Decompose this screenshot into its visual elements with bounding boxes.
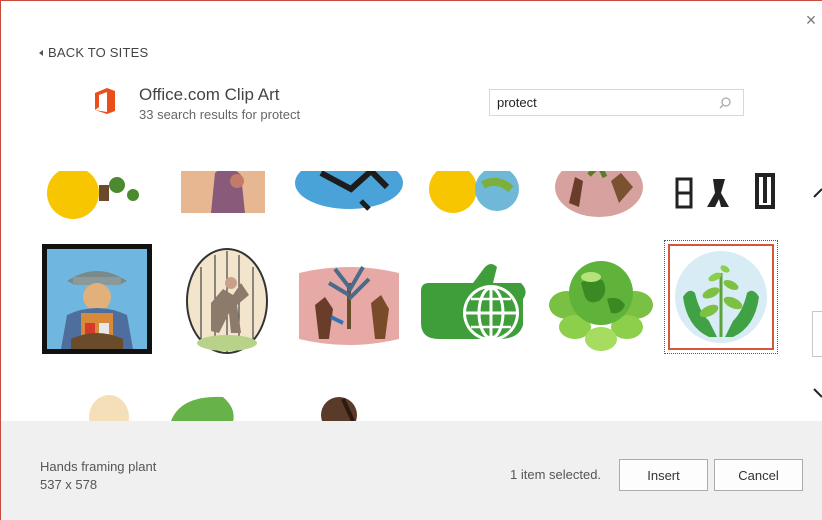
close-button[interactable]: × — [802, 11, 820, 29]
search-input[interactable] — [490, 95, 715, 110]
clip-art-thumbnail[interactable] — [293, 243, 405, 355]
clip-art-thumbnail[interactable] — [41, 243, 153, 355]
provider-text: Office.com Clip Art 33 search results fo… — [139, 85, 300, 122]
clip-art-thumbnail[interactable] — [421, 171, 533, 223]
selected-item-title: Hands framing plant — [40, 459, 157, 474]
provider-title: Office.com Clip Art — [139, 85, 280, 104]
cancel-button[interactable]: Cancel — [714, 459, 803, 491]
scrollbar-thumb[interactable] — [812, 311, 822, 357]
clip-art-thumbnail[interactable] — [667, 171, 779, 223]
search-results-count: 33 search results for protect — [139, 107, 301, 122]
clip-art-thumbnail[interactable] — [291, 387, 403, 421]
scroll-up-icon[interactable] — [812, 187, 822, 201]
clip-art-thumbnail-selected[interactable] — [664, 240, 778, 354]
back-to-sites-label: BACK TO SITES — [48, 45, 149, 60]
clip-art-thumbnail[interactable] — [39, 171, 151, 223]
back-to-sites-link[interactable]: BACK TO SITES — [39, 45, 148, 60]
clip-art-thumbnail[interactable] — [419, 243, 531, 355]
provider-header: Office.com Clip Art 33 search results fo… — [93, 85, 300, 122]
selected-item-size: 537 x 578 — [40, 477, 98, 492]
back-arrow-icon — [39, 49, 43, 56]
office-logo-icon — [95, 88, 115, 114]
clip-art-thumbnail[interactable] — [291, 171, 403, 223]
clip-art-dialog: × BACK TO SITES Office.com Clip Art 33 s… — [0, 0, 822, 520]
results-grid — [1, 171, 822, 421]
selection-status: 1 item selected. — [510, 467, 602, 482]
clip-art-thumbnail[interactable] — [61, 387, 173, 421]
clip-art-thumbnail[interactable] — [161, 387, 273, 421]
dialog-footer: Hands framing plant 537 x 578 1 item sel… — [1, 421, 822, 520]
selection-border — [668, 244, 774, 350]
clip-art-thumbnail[interactable] — [545, 243, 657, 355]
search-icon[interactable] — [715, 93, 735, 113]
clip-art-thumbnail[interactable] — [171, 243, 283, 355]
insert-button[interactable]: Insert — [619, 459, 708, 491]
search-box[interactable] — [489, 89, 744, 116]
scroll-down-icon[interactable] — [812, 387, 822, 401]
clip-art-thumbnail[interactable] — [171, 171, 283, 223]
clip-art-thumbnail[interactable] — [549, 171, 661, 223]
